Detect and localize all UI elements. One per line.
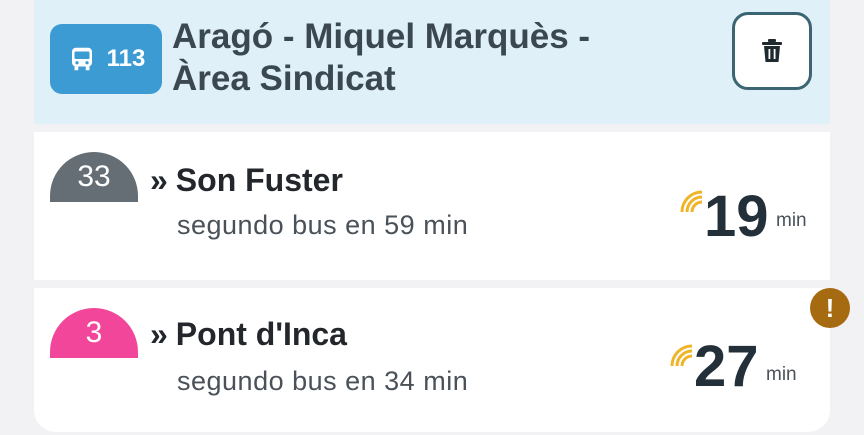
line-badge: 33 — [50, 152, 138, 202]
divider — [34, 280, 830, 288]
line-badge: 3 — [50, 308, 138, 358]
destination: » Pont d'Inca — [150, 316, 347, 353]
arrow: » — [150, 162, 168, 198]
delete-stop-button[interactable] — [732, 12, 812, 90]
next-bus-text: segundo bus en 34 min — [177, 366, 469, 396]
stop-badge: 113 — [50, 24, 162, 94]
next-bus-text: segundo bus en 59 min — [177, 210, 469, 240]
stop-header: 113 Aragó - Miquel Marquès - Àrea Sindic… — [34, 0, 830, 124]
trash-icon — [762, 39, 782, 62]
eta-unit: min — [766, 364, 797, 385]
realtime-signal-icon — [680, 190, 703, 213]
stop-name: Aragó - Miquel Marquès - Àrea Sindicat — [172, 17, 591, 98]
stop-card[interactable]: 113 Aragó - Miquel Marquès - Àrea Sindic… — [34, 0, 830, 432]
eta-minutes: 19 — [704, 184, 769, 249]
eta-unit: min — [776, 210, 807, 231]
destination-label: Pont d'Inca — [175, 316, 347, 352]
alert-icon[interactable]: ! — [810, 288, 850, 328]
bus-icon — [71, 47, 92, 71]
destination-label: Son Fuster — [175, 162, 343, 198]
destination: » Son Fuster — [150, 162, 343, 199]
arrival-row[interactable]: 33 » Son Fuster segundo bus en 59 min 19 … — [34, 132, 830, 280]
arrow: » — [150, 316, 168, 352]
divider — [34, 124, 830, 132]
arrival-row[interactable]: 3 » Pont d'Inca segundo bus en 34 min 27 … — [34, 288, 830, 432]
realtime-signal-icon — [670, 344, 693, 367]
eta-minutes: 27 — [694, 334, 759, 399]
stop-number: 113 — [106, 45, 146, 72]
